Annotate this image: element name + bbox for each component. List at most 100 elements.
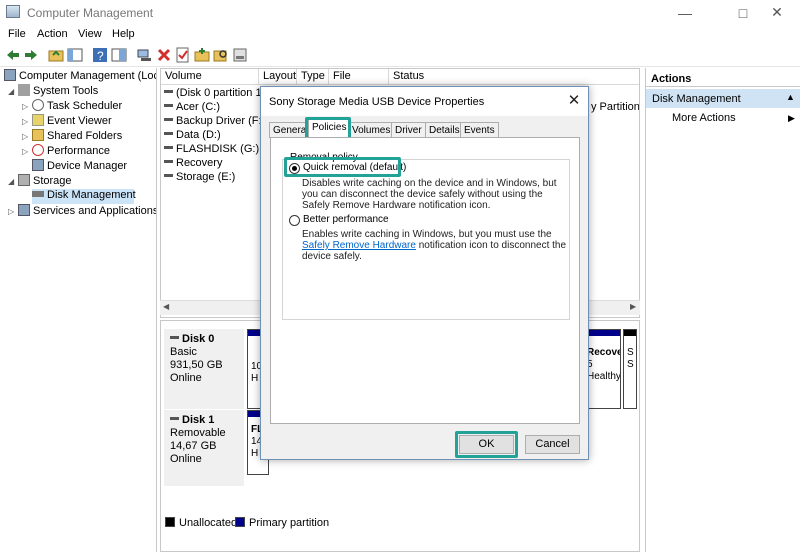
collapse-icon[interactable]: ◢	[8, 177, 18, 186]
actions-header: Actions	[646, 68, 800, 87]
disk-type: Removable	[170, 427, 226, 439]
tree-item-computer-management[interactable]: Computer Management (Local	[4, 69, 156, 84]
tree-item-disk-management[interactable]: Disk Management	[32, 189, 136, 204]
volume-icon	[164, 132, 173, 135]
forward-icon[interactable]	[23, 47, 39, 63]
quick-removal-label[interactable]: Quick removal (default)	[303, 162, 406, 173]
actions-section-disk-management[interactable]: Disk Management ▲	[646, 89, 800, 108]
partition-segment[interactable]: S S	[623, 329, 637, 409]
new-folder-icon[interactable]	[194, 47, 210, 63]
tab-events[interactable]: Events	[460, 122, 499, 138]
tree-item-shared-folders[interactable]: ▷ Shared Folders	[22, 129, 122, 144]
disk-type: Basic	[170, 346, 197, 358]
collapse-icon[interactable]: ◢	[8, 87, 18, 96]
delete-icon[interactable]	[156, 47, 172, 63]
toolbar: ?	[0, 44, 800, 67]
up-folder-icon[interactable]	[48, 47, 64, 63]
close-button[interactable]: ✕	[754, 0, 800, 25]
disk-state: Online	[170, 372, 202, 384]
more-actions-link[interactable]: More Actions	[672, 112, 736, 124]
tab-policies[interactable]: Policies	[308, 119, 351, 138]
column-header-volume[interactable]: Volume	[161, 69, 259, 85]
expand-icon[interactable]: ▷	[22, 147, 32, 156]
segment-text: Healthy	[587, 371, 621, 382]
safely-remove-hardware-link[interactable]: Safely Remove Hardware	[302, 240, 416, 251]
volume-icon	[164, 90, 173, 93]
volume-row[interactable]: Storage (E:)	[164, 171, 235, 185]
menu-help[interactable]: Help	[112, 28, 135, 40]
tree-label: Task Scheduler	[47, 100, 123, 112]
tab-volumes[interactable]: Volumes	[348, 122, 395, 138]
expand-icon[interactable]: ▷	[22, 102, 32, 111]
better-performance-radio[interactable]	[289, 215, 300, 226]
volume-name: FLASHDISK (G:)	[176, 143, 260, 155]
tree-item-services[interactable]: ▷ Services and Applications	[8, 204, 157, 219]
tree-item-task-scheduler[interactable]: ▷ Task Scheduler	[22, 99, 122, 114]
policies-panel: Removal policy Quick removal (default) D…	[270, 137, 580, 424]
connect-icon[interactable]	[137, 47, 153, 63]
volume-icon	[164, 146, 173, 149]
device-properties-dialog: Sony Storage Media USB Device Properties…	[260, 86, 589, 460]
checklist-icon[interactable]	[175, 47, 191, 63]
segment-text: S	[627, 359, 634, 370]
tree-item-event-viewer[interactable]: ▷ Event Viewer	[22, 114, 112, 129]
column-header-layout[interactable]: Layout	[259, 69, 297, 85]
volume-row[interactable]: Data (D:)	[164, 129, 221, 143]
volume-icon	[164, 104, 173, 107]
expand-icon[interactable]: ▷	[22, 132, 32, 141]
column-header-status[interactable]: Status	[389, 69, 639, 85]
dialog-title: Sony Storage Media USB Device Properties	[269, 96, 485, 108]
tools-icon	[18, 84, 30, 96]
tree-label: Event Viewer	[47, 115, 112, 127]
expand-icon[interactable]: ▷	[8, 207, 18, 216]
properties-pane-icon[interactable]	[111, 47, 127, 63]
disk-1-info[interactable]: Disk 1 Removable 14,67 GB Online	[164, 410, 244, 486]
disk-0-info[interactable]: Disk 0 Basic 931,50 GB Online	[164, 329, 244, 409]
actions-pane: Actions Disk Management ▲ More Actions ▶	[645, 68, 800, 552]
dialog-title-bar: Sony Storage Media USB Device Properties…	[261, 87, 588, 116]
help-icon[interactable]: ?	[92, 47, 108, 63]
submenu-arrow-icon: ▶	[788, 113, 795, 123]
disk-settings-icon[interactable]	[232, 47, 248, 63]
tree-label: Shared Folders	[47, 130, 123, 142]
tab-details[interactable]: Details	[425, 122, 464, 138]
column-header-type[interactable]: Type	[297, 69, 329, 85]
tab-general[interactable]: General	[269, 122, 313, 138]
volume-icon	[164, 118, 173, 121]
tree-item-device-manager[interactable]: Device Manager	[32, 159, 127, 174]
cancel-button[interactable]: Cancel	[525, 435, 580, 454]
minimize-button[interactable]: —	[662, 0, 708, 25]
shared-folder-icon	[32, 129, 44, 141]
ok-button[interactable]: OK	[459, 435, 514, 454]
collapse-up-icon[interactable]: ▲	[786, 92, 795, 102]
disk-size: 14,67 GB	[170, 440, 217, 452]
better-performance-description: Enables write caching in Windows, but yo…	[302, 229, 572, 262]
volume-row[interactable]: (Disk 0 partition 1)	[164, 87, 265, 101]
tree-item-storage[interactable]: ◢ Storage	[8, 174, 72, 189]
volume-row[interactable]: Backup Driver (F:)	[164, 115, 265, 129]
column-header-file-system[interactable]: File System	[329, 69, 389, 97]
scroll-left-icon[interactable]: ◀	[163, 302, 169, 311]
scroll-right-icon[interactable]: ▶	[630, 302, 636, 311]
volume-row[interactable]: Recovery	[164, 157, 222, 171]
tab-driver[interactable]: Driver	[391, 122, 426, 138]
tree-item-performance[interactable]: ▷ Performance	[22, 144, 110, 159]
quick-removal-radio[interactable]	[289, 163, 300, 174]
tree-item-system-tools[interactable]: ◢ System Tools	[8, 84, 98, 99]
tree-label: Services and Applications	[33, 205, 157, 217]
segment-text: S	[627, 347, 634, 358]
menu-file[interactable]: File	[8, 28, 26, 40]
expand-icon[interactable]: ▷	[22, 117, 32, 126]
show-hide-tree-icon[interactable]	[67, 47, 83, 63]
volume-row[interactable]: FLASHDISK (G:)	[164, 143, 259, 157]
better-performance-label[interactable]: Better performance	[303, 214, 389, 225]
dialog-close-button[interactable]: ✕	[565, 92, 583, 110]
search-folder-icon[interactable]	[213, 47, 229, 63]
tree-label: Storage	[33, 175, 72, 187]
menu-view[interactable]: View	[78, 28, 102, 40]
event-viewer-icon	[32, 114, 44, 126]
tree-label: Disk Management	[47, 189, 136, 201]
back-icon[interactable]	[5, 47, 21, 63]
volume-row[interactable]: Acer (C:)	[164, 101, 220, 115]
menu-action[interactable]: Action	[37, 28, 68, 40]
